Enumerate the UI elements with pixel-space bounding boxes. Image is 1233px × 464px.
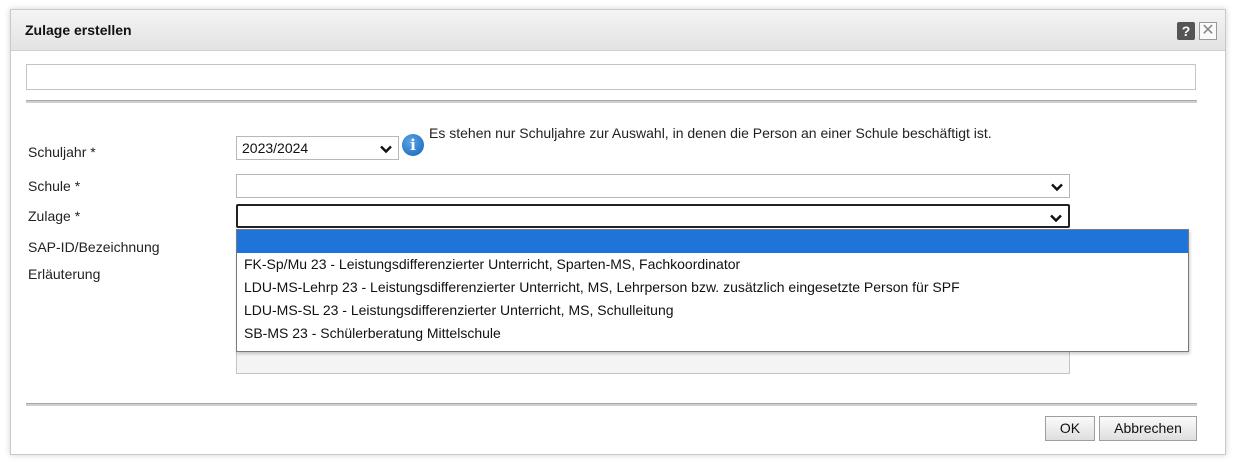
ok-button[interactable]: OK — [1045, 416, 1095, 441]
schule-label: Schule * — [28, 178, 81, 194]
info-icon: i — [402, 134, 424, 156]
person-field — [26, 64, 1196, 90]
dropdown-option[interactable]: FK-Sp/Mu 23 - Leistungsdifferenzierter U… — [237, 253, 1188, 276]
zulage-select[interactable] — [236, 204, 1070, 228]
zulage-dropdown-list: FK-Sp/Mu 23 - Leistungsdifferenzierter U… — [236, 229, 1189, 352]
schuljahr-info-text: Es stehen nur Schuljahre zur Auswahl, in… — [429, 125, 992, 141]
bottom-separator — [26, 403, 1197, 406]
dropdown-option[interactable]: SB-MS 23 - Schülerberatung Mittelschule — [237, 322, 1188, 345]
schuljahr-select[interactable]: 2023/2024 — [236, 136, 399, 160]
chevron-down-icon — [380, 145, 392, 154]
erlaeuterung-label: Erläuterung — [28, 266, 101, 282]
close-icon[interactable]: ✕ — [1199, 22, 1217, 40]
sap-label: SAP-ID/Bezeichnung — [28, 239, 160, 255]
dropdown-option[interactable]: LDU-MS-SL 23 - Leistungsdifferenzierter … — [237, 299, 1188, 322]
schuljahr-label: Schuljahr * — [28, 144, 96, 160]
top-separator — [26, 100, 1197, 103]
chevron-down-icon — [1050, 214, 1062, 223]
dropdown-option[interactable]: LDU-MS-Lehrp 23 - Leistungsdifferenziert… — [237, 276, 1188, 299]
schuljahr-value: 2023/2024 — [242, 140, 309, 156]
cancel-button[interactable]: Abbrechen — [1099, 416, 1197, 441]
schule-select[interactable] — [236, 174, 1070, 198]
zulage-label: Zulage * — [28, 208, 81, 224]
dialog-title: Zulage erstellen — [25, 22, 132, 38]
help-icon[interactable]: ? — [1177, 22, 1195, 40]
dropdown-option[interactable] — [237, 230, 1188, 253]
dialog-titlebar: Zulage erstellen ? ✕ — [11, 10, 1225, 51]
chevron-down-icon — [1051, 183, 1063, 192]
